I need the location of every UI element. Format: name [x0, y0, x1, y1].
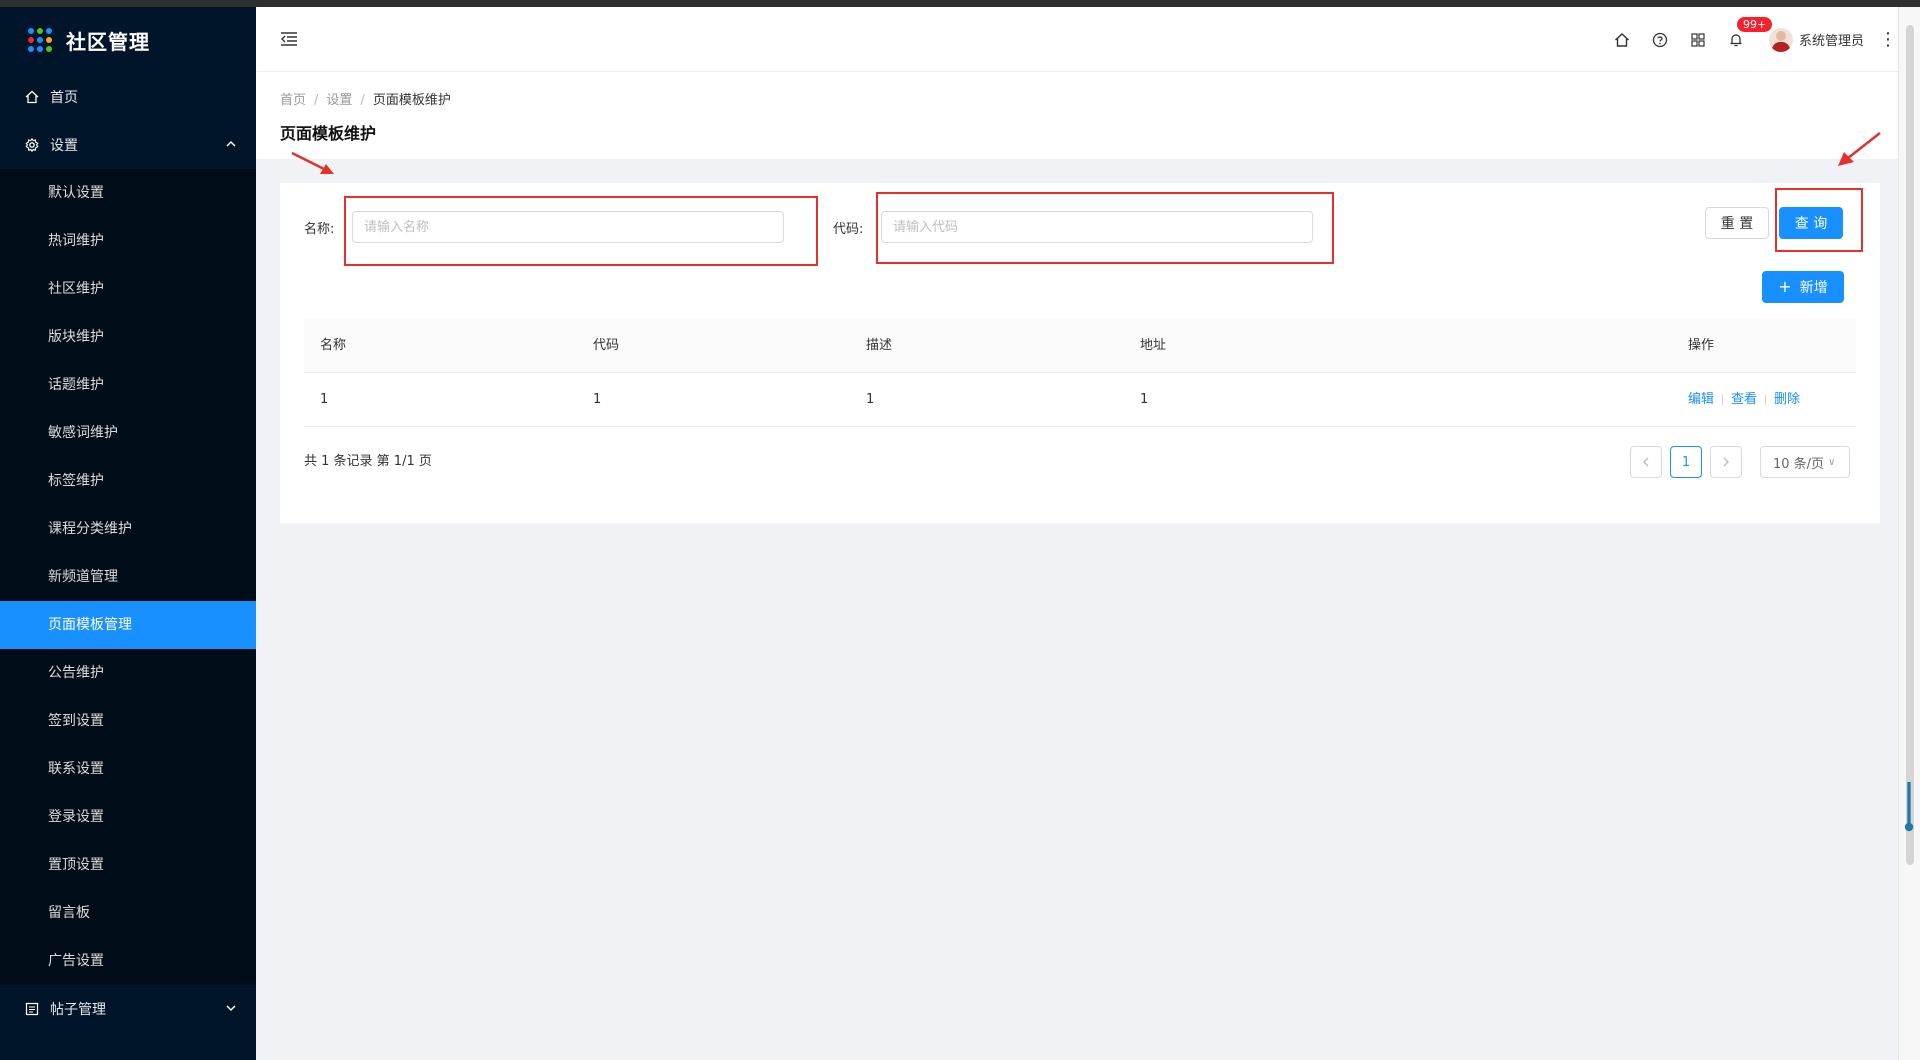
sidebar-item-sensitive-words[interactable]: 敏感词维护	[0, 409, 256, 457]
page-title: 页面模板维护	[280, 124, 377, 143]
chevron-up-icon	[226, 137, 236, 151]
table-row: 1 1 1 1 编辑 查看 删除	[304, 373, 1856, 427]
sidebar: 社区管理 首页 设置 默认设置 热词维护 社区维护 版块维护 话题维护 敏感词维…	[0, 7, 256, 1060]
sidebar-item-sections[interactable]: 版块维护	[0, 313, 256, 361]
next-page-button[interactable]	[1710, 446, 1742, 478]
annotation-arrow-right	[1838, 132, 1881, 166]
delete-link[interactable]: 删除	[1774, 392, 1800, 407]
code-label: 代码:	[833, 222, 864, 237]
sidebar-item-pin-top[interactable]: 置顶设置	[0, 841, 256, 889]
bell-icon[interactable]: 99+	[1727, 16, 1773, 49]
header-actions: 99+ 系统管理员 ⋮	[1613, 7, 1898, 72]
sidebar-item-announcements[interactable]: 公告维护	[0, 649, 256, 697]
settings-submenu: 默认设置 热词维护 社区维护 版块维护 话题维护 敏感词维护 标签维护 课程分类…	[0, 169, 256, 985]
sidebar-item-page-templates[interactable]: 页面模板管理	[0, 601, 256, 649]
sidebar-item-login[interactable]: 登录设置	[0, 793, 256, 841]
pagination-summary: 共 1 条记录 第 1/1 页	[304, 454, 432, 469]
annotation-box-code-input	[876, 192, 1334, 264]
chevron-right-icon	[1723, 457, 1729, 467]
column-header-address: 地址	[1140, 338, 1167, 353]
apps-icon[interactable]	[1689, 31, 1707, 49]
breadcrumb-settings[interactable]: 设置	[326, 93, 352, 108]
sidebar-item-label: 设置	[50, 138, 78, 154]
sidebar-item-hot-words[interactable]: 热词维护	[0, 217, 256, 265]
notification-badge: 99+	[1736, 16, 1773, 32]
reset-button[interactable]: 重 置	[1705, 207, 1769, 239]
cell-description: 1	[866, 392, 875, 407]
cell-address: 1	[1140, 392, 1149, 407]
chevron-left-icon	[1643, 457, 1649, 467]
scrollbar-thumb[interactable]	[1904, 777, 1914, 837]
chevron-down-icon: ∨	[1828, 456, 1836, 468]
breadcrumb-home[interactable]: 首页	[280, 93, 306, 108]
page-size-value: 10 条/页	[1773, 456, 1825, 472]
column-header-code: 代码	[593, 338, 620, 353]
sidebar-item-posts[interactable]: 帖子管理	[0, 985, 256, 1033]
annotation-box-name-input	[344, 196, 818, 266]
gear-icon	[24, 137, 40, 153]
breadcrumb: 首页 / 设置 / 页面模板维护	[280, 93, 451, 108]
cell-actions: 编辑 查看 删除	[1688, 373, 1800, 427]
page-size-select[interactable]: 10 条/页 ∨	[1760, 446, 1850, 478]
column-header-actions: 操作	[1688, 338, 1715, 353]
browser-top-strip	[0, 0, 1920, 7]
home-icon	[24, 89, 40, 105]
sidebar-item-message-board[interactable]: 留言板	[0, 889, 256, 937]
annotation-arrow-left	[291, 151, 334, 174]
vertical-scrollbar[interactable]	[1898, 7, 1920, 1060]
add-button[interactable]: + 新增	[1762, 271, 1844, 303]
column-header-description: 描述	[866, 338, 893, 353]
name-label: 名称:	[304, 222, 335, 237]
scrollbar-track[interactable]	[1906, 25, 1914, 865]
home-icon[interactable]	[1613, 31, 1631, 49]
username[interactable]: 系统管理员	[1799, 30, 1864, 49]
sidebar-item-community[interactable]: 社区维护	[0, 265, 256, 313]
sidebar-item-settings[interactable]: 设置	[0, 121, 256, 169]
page-header: 首页 / 设置 / 页面模板维护 页面模板维护	[256, 72, 1898, 159]
view-link[interactable]: 查看	[1731, 392, 1757, 407]
more-vertical-icon[interactable]: ⋮	[1878, 30, 1898, 49]
sidebar-item-course-categories[interactable]: 课程分类维护	[0, 505, 256, 553]
help-icon[interactable]	[1651, 31, 1669, 49]
top-header: 99+ 系统管理员 ⋮	[256, 7, 1898, 72]
menu-fold-icon[interactable]	[280, 31, 298, 47]
add-button-label: 新增	[1799, 280, 1828, 296]
sidebar-item-check-in[interactable]: 签到设置	[0, 697, 256, 745]
sidebar-item-new-channels[interactable]: 新频道管理	[0, 553, 256, 601]
sidebar-item-tags[interactable]: 标签维护	[0, 457, 256, 505]
sidebar-item-label: 帖子管理	[50, 1002, 106, 1018]
page-number-button[interactable]: 1	[1670, 446, 1702, 478]
cell-name: 1	[320, 392, 329, 407]
prev-page-button[interactable]	[1630, 446, 1662, 478]
list-icon	[24, 1001, 40, 1017]
sidebar-item-contact[interactable]: 联系设置	[0, 745, 256, 793]
apps-grid-icon	[28, 28, 52, 52]
avatar[interactable]	[1768, 27, 1793, 52]
app-logo[interactable]: 社区管理	[0, 7, 256, 73]
plus-icon: +	[1778, 277, 1792, 296]
sidebar-item-ads[interactable]: 广告设置	[0, 937, 256, 985]
sidebar-item-default-settings[interactable]: 默认设置	[0, 169, 256, 217]
sidebar-item-topics[interactable]: 话题维护	[0, 361, 256, 409]
breadcrumb-current: 页面模板维护	[372, 93, 451, 108]
app-title: 社区管理	[66, 29, 150, 54]
column-header-name: 名称	[320, 338, 347, 353]
table-header: 名称 代码 描述 地址 操作	[304, 319, 1856, 373]
sidebar-item-label: 首页	[50, 90, 78, 106]
chevron-down-icon	[226, 1001, 236, 1015]
annotation-box-query-button	[1775, 188, 1863, 252]
sidebar-item-home[interactable]: 首页	[0, 73, 256, 121]
cell-code: 1	[593, 392, 602, 407]
edit-link[interactable]: 编辑	[1688, 392, 1714, 407]
